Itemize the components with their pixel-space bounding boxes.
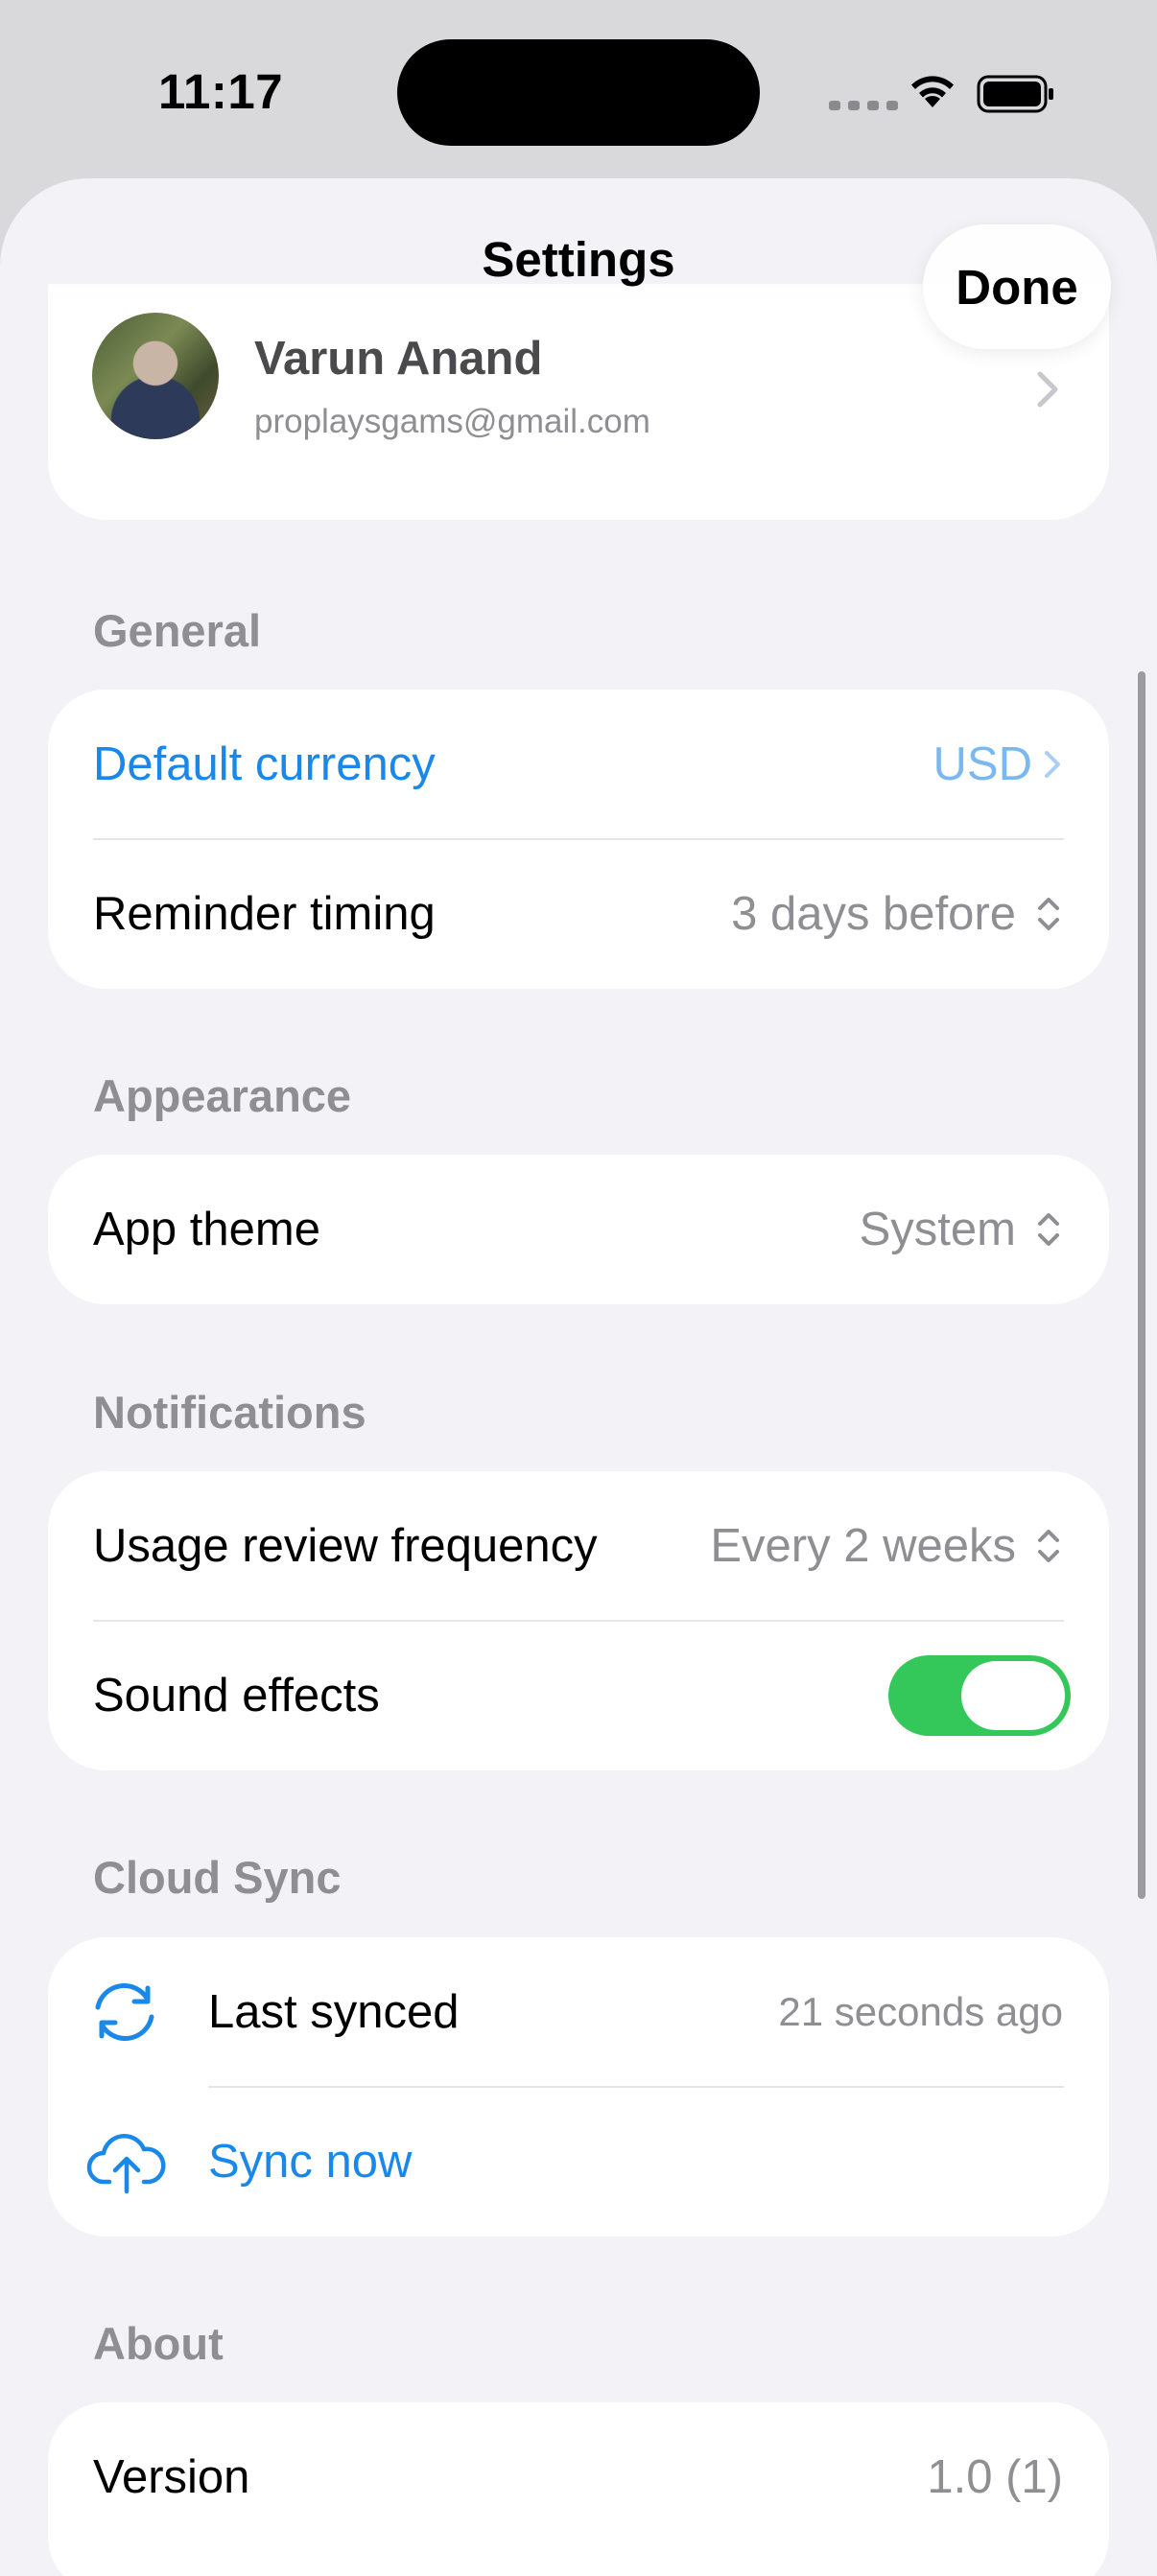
chevron-up-down-icon <box>1038 898 1059 930</box>
dynamic-island <box>397 39 760 146</box>
scroll-indicator[interactable] <box>1138 671 1145 1899</box>
sync-now-label: Sync now <box>208 2136 413 2188</box>
default-currency-value: USD <box>933 738 1032 790</box>
sheet-header: Settings Done <box>0 178 1157 349</box>
version-row: Version 1.0 (1) <box>48 2402 1109 2552</box>
reminder-timing-row[interactable]: Reminder timing 3 days before <box>48 839 1109 989</box>
section-header-cloud-sync: Cloud Sync <box>93 1852 342 1903</box>
app-theme-row[interactable]: App theme System <box>48 1155 1109 1304</box>
cellular-signal-icon <box>829 101 898 110</box>
last-synced-row: Last synced 21 seconds ago <box>48 1937 1109 2087</box>
sound-effects-row: Sound effects <box>48 1621 1109 1770</box>
usage-review-row[interactable]: Usage review frequency Every 2 weeks <box>48 1471 1109 1621</box>
status-time: 11:17 <box>158 64 284 119</box>
status-bar: 11:17 <box>0 0 1157 182</box>
default-currency-row[interactable]: Default currency USD <box>48 690 1109 839</box>
done-button[interactable]: Done <box>923 224 1111 349</box>
section-header-general: General <box>93 605 262 656</box>
cloud-upload-icon <box>86 2133 166 2194</box>
last-synced-label: Last synced <box>208 1986 460 2038</box>
usage-review-value: Every 2 weeks <box>710 1520 1016 1572</box>
settings-sheet: Varun Anand proplaysgams@gmail.com Setti… <box>0 178 1157 2576</box>
avatar <box>92 313 219 439</box>
chevron-right-icon <box>1037 371 1058 408</box>
section-header-appearance: Appearance <box>93 1070 352 1121</box>
cloud-sync-card: Last synced 21 seconds ago Sync now <box>48 1937 1109 2236</box>
app-theme-value: System <box>859 1204 1016 1255</box>
sync-icon <box>95 1982 154 2042</box>
wifi-icon <box>911 76 954 107</box>
appearance-card: App theme System <box>48 1155 1109 1304</box>
reminder-timing-label: Reminder timing <box>93 888 436 940</box>
sound-effects-toggle[interactable] <box>888 1655 1071 1736</box>
toggle-knob <box>961 1661 1065 1730</box>
reminder-timing-value: 3 days before <box>731 888 1016 940</box>
about-card: Version 1.0 (1) <box>48 2402 1109 2576</box>
version-value: 1.0 (1) <box>927 2451 1063 2503</box>
app-theme-label: App theme <box>93 1204 320 1255</box>
last-synced-value: 21 seconds ago <box>778 1989 1063 2034</box>
chevron-up-down-icon <box>1038 1530 1059 1562</box>
chevron-right-icon <box>1045 751 1060 778</box>
notifications-card: Usage review frequency Every 2 weeks Sou… <box>48 1471 1109 1770</box>
battery-icon <box>977 75 1053 113</box>
section-header-notifications: Notifications <box>93 1387 366 1438</box>
profile-email: proplaysgams@gmail.com <box>254 403 650 440</box>
sync-now-row[interactable]: Sync now <box>48 2087 1109 2236</box>
section-header-about: About <box>93 2318 224 2369</box>
version-label: Version <box>93 2451 250 2503</box>
chevron-up-down-icon <box>1038 1213 1059 1246</box>
general-card: Default currency USD Reminder timing 3 d… <box>48 690 1109 989</box>
sound-effects-label: Sound effects <box>93 1670 380 1721</box>
usage-review-label: Usage review frequency <box>93 1520 598 1572</box>
profile-name: Varun Anand <box>254 333 543 385</box>
default-currency-label: Default currency <box>93 738 436 790</box>
